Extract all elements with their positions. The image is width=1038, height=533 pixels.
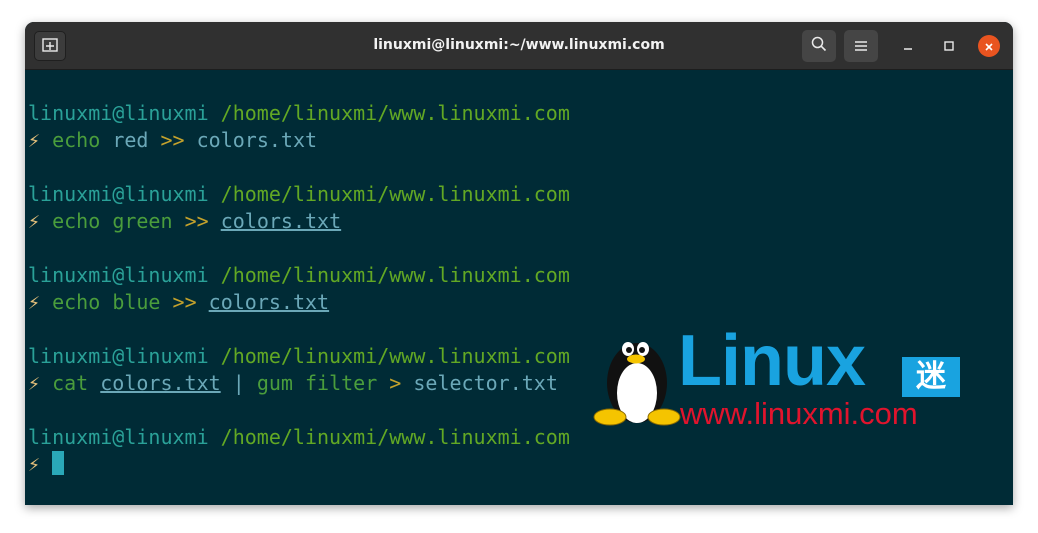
- prompt-user: linuxmi@linuxmi: [28, 425, 209, 449]
- command-line: ⚡ echo blue >> colors.txt: [28, 289, 329, 315]
- prompt-path: /home/linuxmi/www.linuxmi.com: [220, 101, 570, 125]
- prompt-user: linuxmi@linuxmi: [28, 101, 209, 125]
- prompt-line: linuxmi@linuxmi /home/linuxmi/www.linuxm…: [28, 181, 570, 207]
- prompt-path: /home/linuxmi/www.linuxmi.com: [220, 344, 570, 368]
- command-arg: green: [112, 209, 173, 233]
- command-file: colors.txt: [100, 371, 221, 395]
- search-button[interactable]: [802, 30, 836, 62]
- minimize-button[interactable]: [897, 35, 919, 57]
- maximize-button[interactable]: [938, 35, 960, 57]
- prompt-path: /home/linuxmi/www.linuxmi.com: [220, 263, 570, 287]
- redirect-operator: >>: [172, 290, 197, 314]
- search-icon: [811, 36, 827, 56]
- logo-url: www.linuxmi.com: [680, 396, 918, 431]
- redirect-operator: >>: [160, 128, 185, 152]
- redirect-operator: >>: [184, 209, 209, 233]
- command-name: echo: [52, 209, 101, 233]
- close-button[interactable]: [978, 35, 1000, 57]
- prompt-path: /home/linuxmi/www.linuxmi.com: [220, 182, 570, 206]
- minimize-icon: [902, 37, 914, 56]
- linuxmi-watermark: Linux 迷 www.linuxmi.com: [590, 325, 970, 435]
- command-line: ⚡ cat colors.txt | gum filter > selector…: [28, 370, 558, 396]
- lightning-bolt-icon: ⚡: [28, 290, 41, 314]
- hamburger-menu-icon: [854, 37, 868, 56]
- output-file: selector.txt: [413, 371, 558, 395]
- prompt-user: linuxmi@linuxmi: [28, 263, 209, 287]
- text-cursor[interactable]: [52, 451, 65, 475]
- command-name: echo: [52, 128, 101, 152]
- prompt-user: linuxmi@linuxmi: [28, 182, 209, 206]
- prompt-line: linuxmi@linuxmi /home/linuxmi/www.linuxm…: [28, 424, 570, 450]
- close-icon: [984, 37, 994, 56]
- prompt-line: linuxmi@linuxmi /home/linuxmi/www.linuxm…: [28, 343, 570, 369]
- prompt-user: linuxmi@linuxmi: [28, 344, 209, 368]
- command-name: echo: [52, 290, 101, 314]
- menu-button[interactable]: [844, 30, 878, 62]
- pipe-operator: |: [232, 371, 245, 395]
- logo-badge: 迷: [902, 357, 960, 397]
- redirect-operator: >: [389, 371, 402, 395]
- command-file: colors.txt: [220, 209, 342, 233]
- title-bar: linuxmi@linuxmi:~/www.linuxmi.com: [25, 22, 1013, 70]
- terminal-output[interactable]: linuxmi@linuxmi /home/linuxmi/www.linuxm…: [25, 70, 1013, 505]
- command-line: ⚡: [28, 451, 65, 477]
- tux-penguin-icon: [590, 325, 684, 437]
- prompt-line: linuxmi@linuxmi /home/linuxmi/www.linuxm…: [28, 262, 570, 288]
- lightning-bolt-icon: ⚡: [28, 128, 41, 152]
- logo-word: Linux: [678, 321, 866, 401]
- lightning-bolt-icon: ⚡: [28, 452, 41, 476]
- command-file: colors.txt: [196, 128, 318, 152]
- command-line: ⚡ echo green >> colors.txt: [28, 208, 341, 234]
- command-line: ⚡ echo red >> colors.txt: [28, 127, 317, 153]
- command-name: cat: [52, 371, 89, 395]
- prompt-line: linuxmi@linuxmi /home/linuxmi/www.linuxm…: [28, 100, 570, 126]
- prompt-path: /home/linuxmi/www.linuxmi.com: [220, 425, 570, 449]
- lightning-bolt-icon: ⚡: [28, 371, 41, 395]
- command-file: colors.txt: [208, 290, 330, 314]
- command-name: gum filter: [256, 371, 378, 395]
- command-arg: red: [112, 128, 149, 152]
- lightning-bolt-icon: ⚡: [28, 209, 41, 233]
- command-arg: blue: [112, 290, 161, 314]
- maximize-icon: [943, 37, 955, 56]
